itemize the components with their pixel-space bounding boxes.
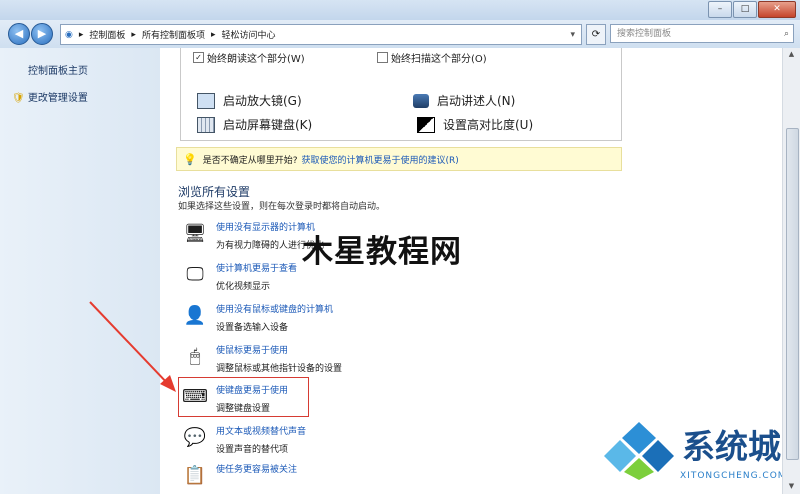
scroll-up-icon[interactable]: ▲ [786,50,797,60]
scroll-down-icon[interactable]: ▼ [786,482,797,492]
watermark-text: 木星教程网 [302,234,462,270]
logo-subtext: XITONGCHENG.COM [680,471,787,481]
logo-text: 系统城 [682,427,781,466]
scrollbar[interactable]: ▲ ▼ [782,48,800,494]
logo-icon [604,422,674,480]
scroll-thumb[interactable] [786,128,799,460]
